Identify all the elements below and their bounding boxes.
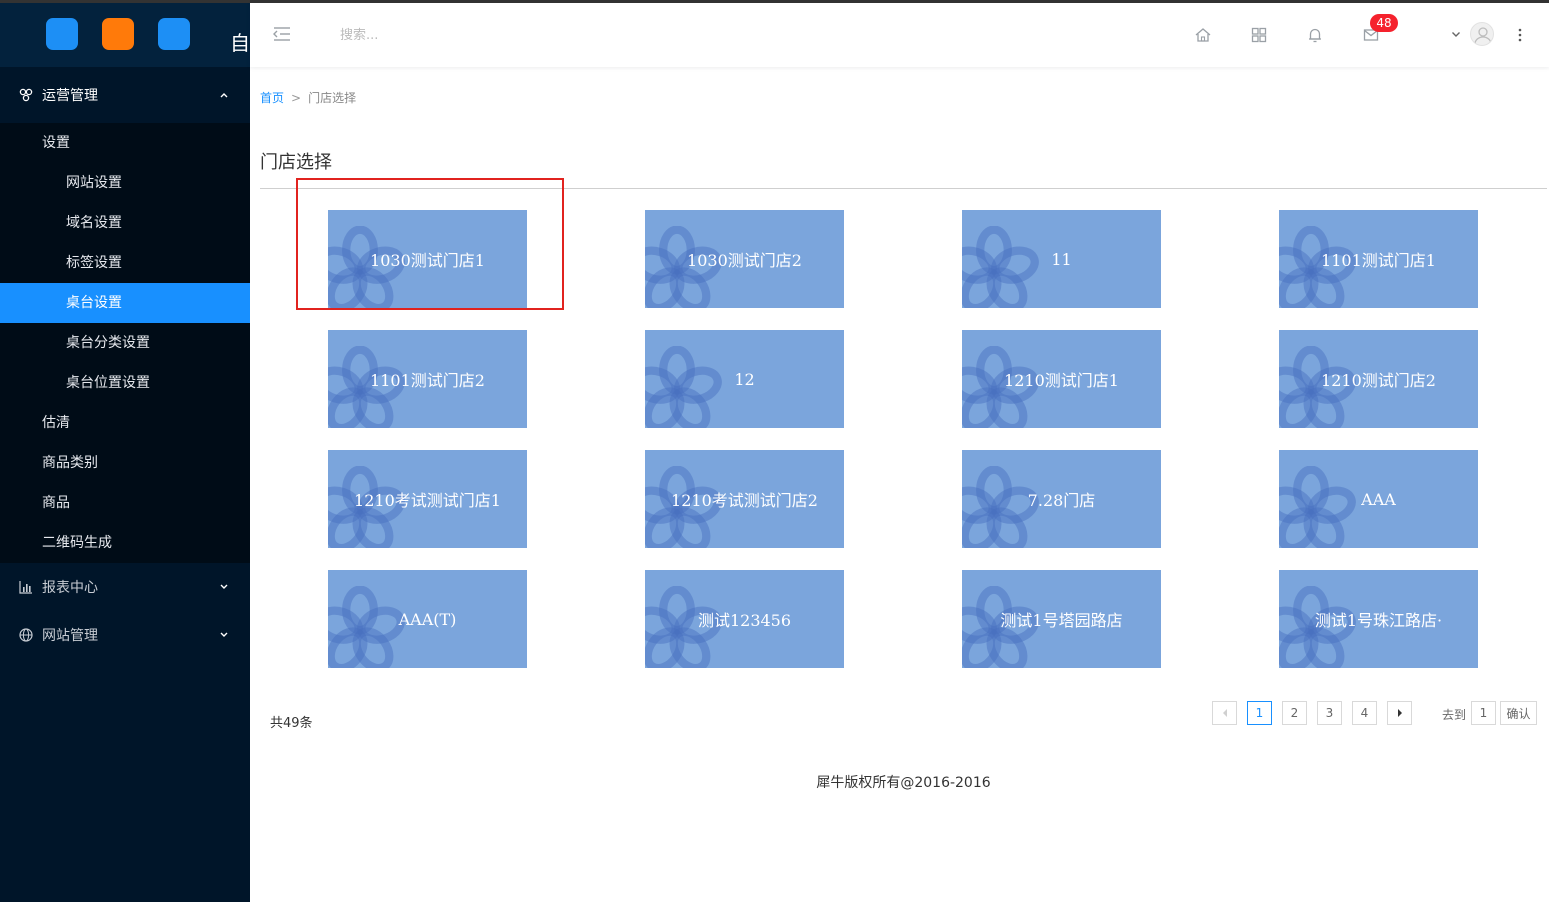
sidebar-item-table-category-settings[interactable]: 桌台分类设置: [0, 323, 250, 363]
page-button[interactable]: 4: [1352, 701, 1377, 725]
store-tile-label: 1030测试门店1: [370, 251, 485, 270]
store-tile[interactable]: 测试1号珠江路店·: [1279, 570, 1478, 668]
app-blue-icon-2[interactable]: [158, 18, 190, 50]
sidebar-item-domain-settings[interactable]: 域名设置: [0, 203, 250, 243]
bar-chart-icon: [18, 579, 34, 595]
chevron-down-icon: [220, 584, 228, 589]
sidebar-header: 自: [0, 3, 250, 67]
sidebar-item-sold-out[interactable]: 估清: [0, 403, 250, 443]
store-tile[interactable]: 1210考试测试门店1: [328, 450, 527, 548]
goto-page-input[interactable]: 1: [1471, 701, 1496, 725]
store-tile[interactable]: 12: [645, 330, 844, 428]
breadcrumb: 首页 > 门店选择: [260, 89, 356, 106]
sidebar-item-product[interactable]: 商品: [0, 483, 250, 523]
breadcrumb-home-link[interactable]: 首页: [260, 91, 284, 105]
sidebar-item-product-category[interactable]: 商品类别: [0, 443, 250, 483]
menu-group-reports[interactable]: 报表中心: [0, 563, 250, 611]
bell-icon[interactable]: [1306, 26, 1324, 44]
store-tile-label: 1210考试测试门店2: [671, 491, 818, 510]
footer-copyright: 犀牛版权所有@2016-2016: [816, 775, 991, 791]
sidebar-item-table-location-settings[interactable]: 桌台位置设置: [0, 363, 250, 403]
menu-group-label: 网站管理: [42, 628, 98, 644]
store-tile-label: 12: [734, 369, 755, 389]
next-page-button[interactable]: [1387, 701, 1412, 725]
menu-group-operations[interactable]: 运营管理: [0, 67, 250, 123]
title-divider: [260, 188, 1547, 189]
menu-fold-icon[interactable]: [272, 25, 292, 43]
store-tile[interactable]: 11: [962, 210, 1161, 308]
menu-group-label: 运营管理: [42, 88, 98, 104]
store-tile[interactable]: AAA: [1279, 450, 1478, 548]
store-tile-label: 测试1号塔园路店: [1000, 611, 1123, 630]
menu-group-website[interactable]: 网站管理: [0, 611, 250, 659]
sidebar-title: 自: [230, 31, 250, 55]
store-tile[interactable]: 测试1号塔园路店: [962, 570, 1161, 668]
chevron-down-icon[interactable]: [1450, 28, 1462, 40]
store-tile-label: 11: [1051, 249, 1072, 269]
store-tile-label: 7.28门店: [1027, 491, 1096, 510]
apps-icon: [18, 87, 34, 103]
submenu-operations: 设置 网站设置 域名设置 标签设置 桌台设置 桌台分类设置 桌台位置设置 估清 …: [0, 123, 250, 563]
breadcrumb-separator: >: [291, 91, 302, 105]
store-tile[interactable]: 1101测试门店1: [1279, 210, 1478, 308]
page-button[interactable]: 2: [1282, 701, 1307, 725]
caret-right-icon: [1397, 709, 1402, 717]
app-blue-icon[interactable]: [46, 18, 78, 50]
flower-watermark-icon: [328, 586, 405, 668]
store-tile-label: 测试123456: [697, 611, 792, 630]
page-title: 门店选择: [260, 152, 332, 173]
breadcrumb-current: 门店选择: [308, 91, 357, 105]
sidebar-item-qrcode[interactable]: 二维码生成: [0, 523, 250, 563]
store-tile-label: 1210考试测试门店1: [354, 491, 501, 510]
sidebar-item-website-settings[interactable]: 网站设置: [0, 163, 250, 203]
more-vertical-icon[interactable]: [1516, 26, 1524, 44]
store-tile-label: AAA: [1361, 489, 1396, 509]
total-count: 共49条: [270, 716, 313, 731]
globe-icon: [18, 627, 34, 643]
store-tile[interactable]: 1210考试测试门店2: [645, 450, 844, 548]
user-avatar[interactable]: [1470, 22, 1494, 46]
goto-confirm-button[interactable]: 确认: [1500, 701, 1537, 725]
sidebar-item-tag-settings[interactable]: 标签设置: [0, 243, 250, 283]
store-tile[interactable]: 1030测试门店2: [645, 210, 844, 308]
top-header: 48: [250, 3, 1549, 67]
store-tile-label: 1030测试门店2: [687, 251, 802, 270]
sidebar: 自 运营管理 设置 网站设置 域名设置 标签设置 桌台设置 桌台分类设置 桌台位…: [0, 3, 250, 902]
store-tile-label: 1210测试门店1: [1004, 371, 1119, 390]
page-button[interactable]: 1: [1247, 701, 1272, 725]
search-input[interactable]: [340, 23, 540, 47]
store-tile[interactable]: 1101测试门店2: [328, 330, 527, 428]
store-tile[interactable]: 测试123456: [645, 570, 844, 668]
store-tile-label: 1210测试门店2: [1321, 371, 1436, 390]
store-tile[interactable]: 1210测试门店2: [1279, 330, 1478, 428]
page-button[interactable]: 3: [1317, 701, 1342, 725]
submenu-title-settings[interactable]: 设置: [0, 123, 250, 163]
flower-watermark-icon: [962, 226, 1039, 308]
chevron-down-icon: [220, 632, 228, 637]
store-tile-label: 测试1号珠江路店·: [1314, 611, 1443, 630]
store-tile[interactable]: 1030测试门店1: [328, 210, 527, 308]
home-icon[interactable]: [1194, 26, 1212, 44]
sidebar-item-table-settings[interactable]: 桌台设置: [0, 283, 250, 323]
flower-watermark-icon: [645, 346, 722, 428]
user-icon: [1474, 27, 1492, 45]
flower-watermark-icon: [1279, 466, 1356, 548]
store-tile-label: 1101测试门店2: [370, 371, 485, 390]
grid-icon[interactable]: [1250, 26, 1268, 44]
caret-left-icon: [1222, 709, 1227, 717]
store-tile-label: 1101测试门店1: [1321, 251, 1436, 270]
store-tile[interactable]: AAA(T): [328, 570, 527, 668]
prev-page-button[interactable]: [1212, 701, 1237, 725]
store-tile[interactable]: 7.28门店: [962, 450, 1161, 548]
message-count-badge: 48: [1370, 14, 1398, 32]
goto-label: 去到: [1442, 708, 1467, 722]
store-tile-label: AAA(T): [398, 609, 457, 629]
menu-group-label: 报表中心: [42, 580, 98, 596]
chevron-up-icon: [220, 93, 228, 98]
store-tile[interactable]: 1210测试门店1: [962, 330, 1161, 428]
app-orange-icon[interactable]: [102, 18, 134, 50]
